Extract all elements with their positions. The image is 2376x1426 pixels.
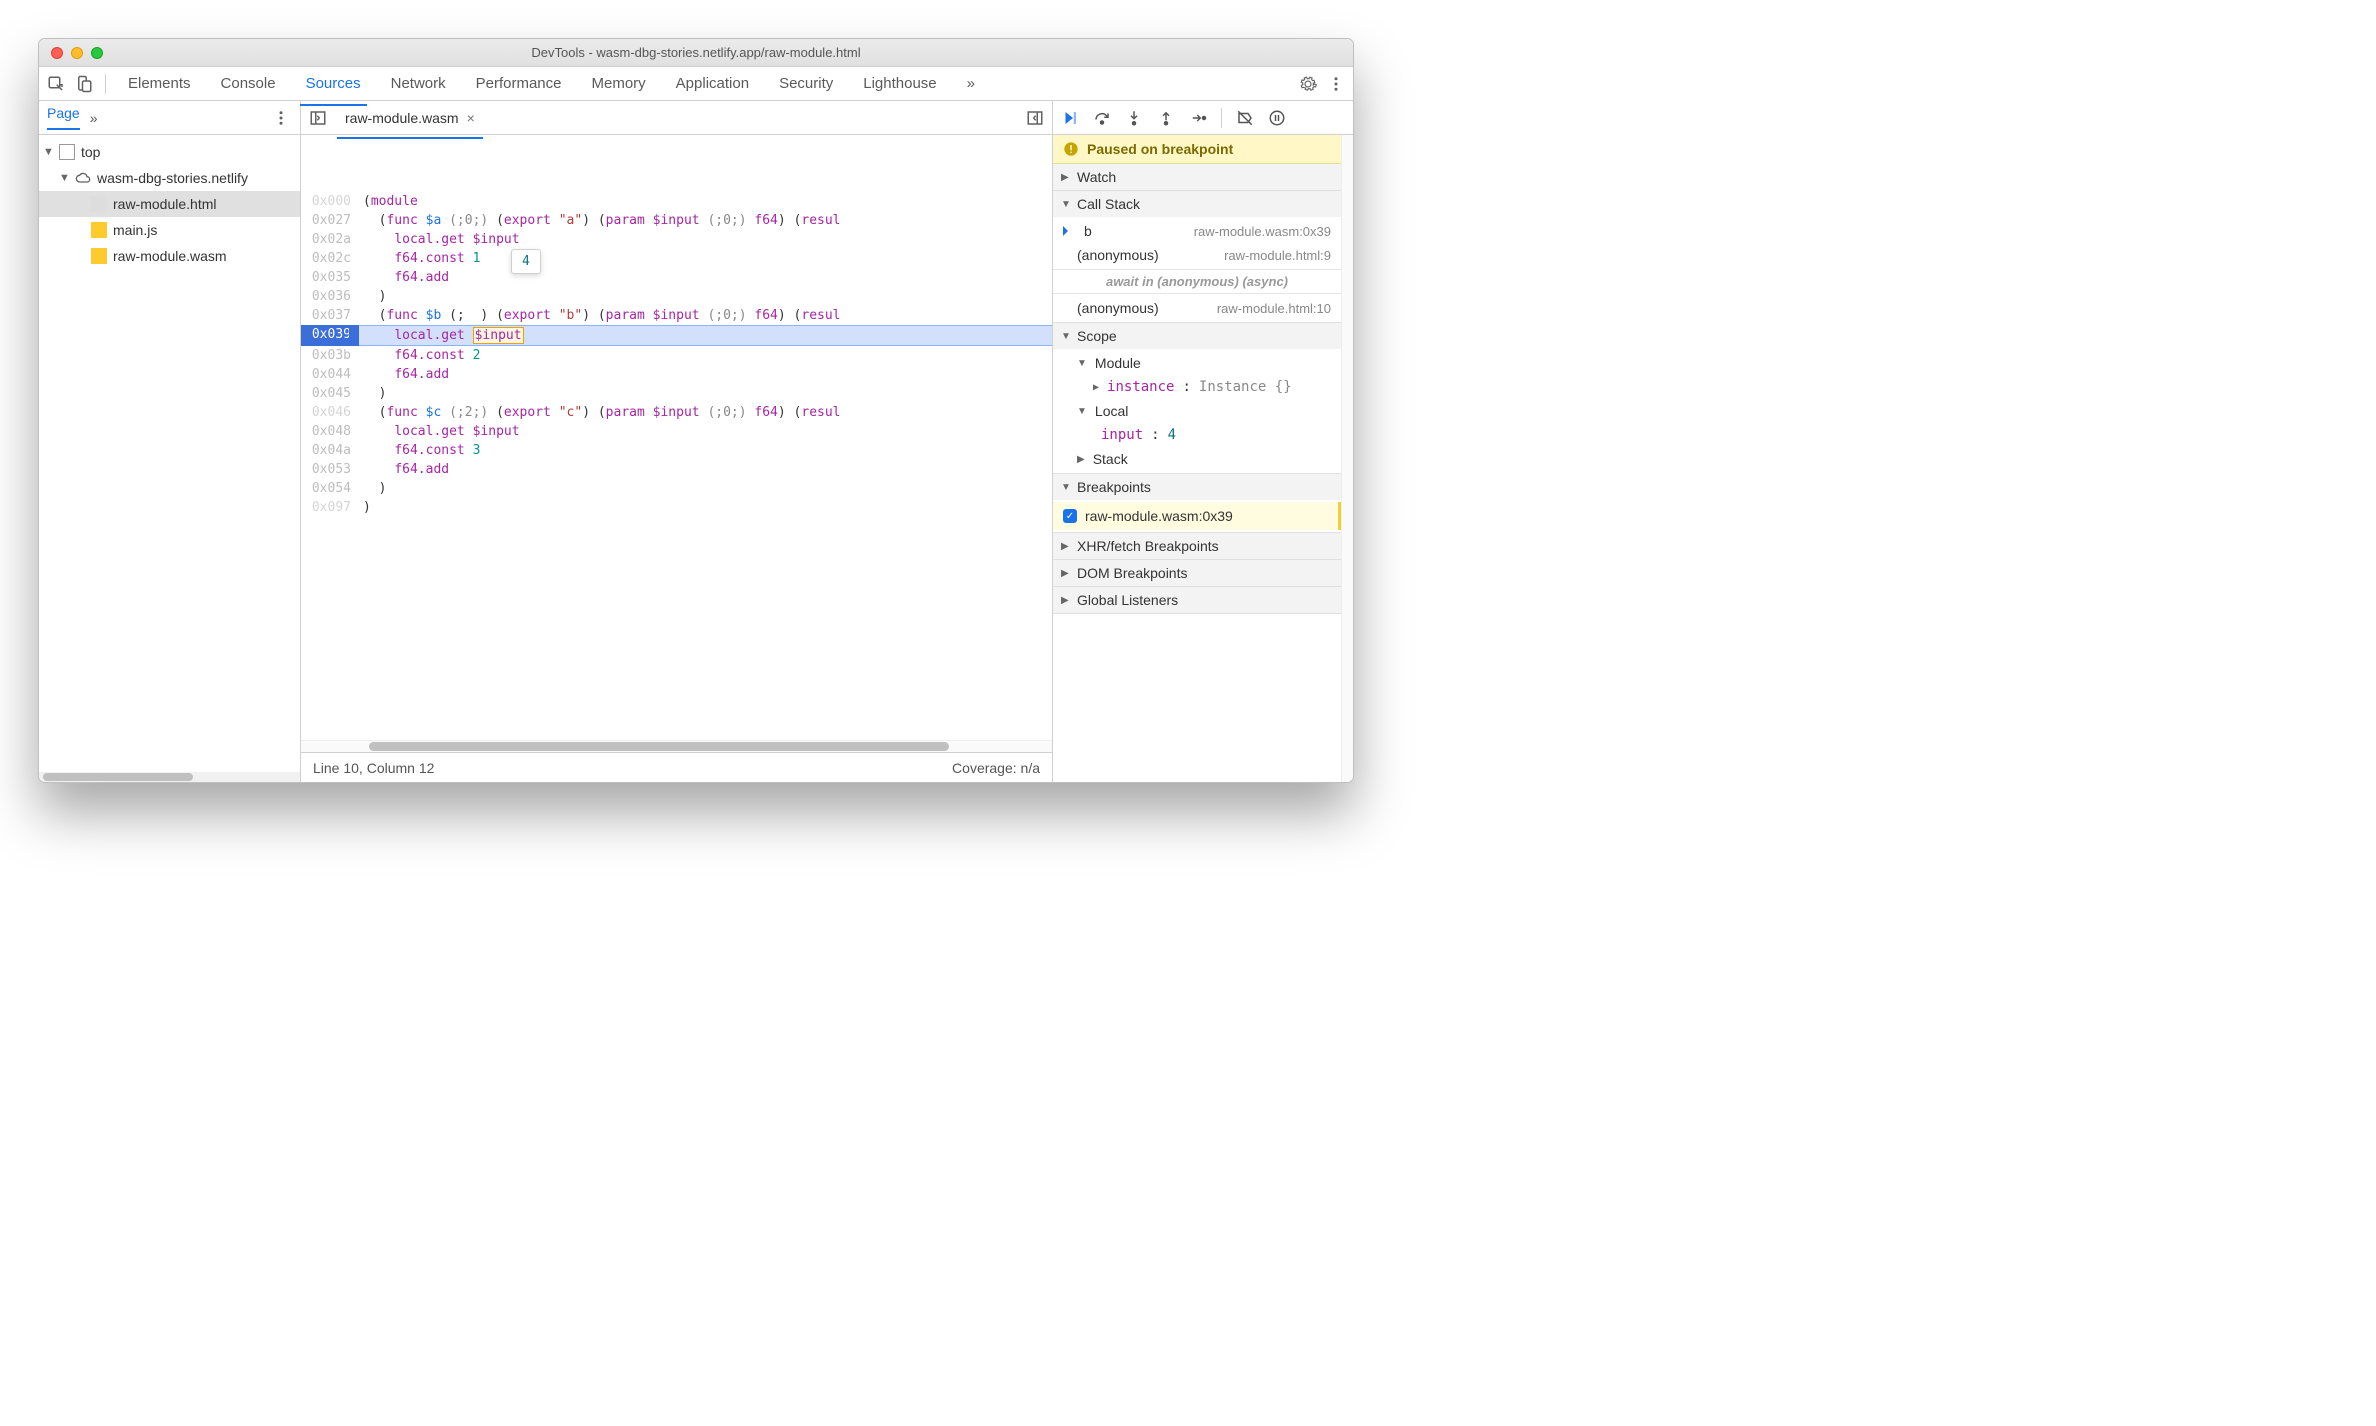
navigator-tab-page[interactable]: Page: [47, 105, 80, 130]
device-toolbar-icon[interactable]: [73, 73, 95, 95]
navigator-more-icon[interactable]: [270, 107, 292, 129]
code-editor[interactable]: 4 0x000(module0x027 (func $a (;0;) (expo…: [301, 135, 1052, 740]
file-icon: [91, 222, 107, 238]
editor-hscroll[interactable]: [301, 740, 1052, 752]
zoom-window-button[interactable]: [91, 47, 103, 59]
scope-stack[interactable]: ▶Stack: [1053, 447, 1341, 471]
step-out-icon[interactable]: [1155, 107, 1177, 129]
breakpoint-item[interactable]: ✓raw-module.wasm:0x39: [1053, 502, 1341, 530]
code-line[interactable]: 0x04a f64.const 3: [301, 441, 1052, 460]
breakpoints-section: ▼Breakpoints ✓raw-module.wasm:0x39: [1053, 474, 1341, 533]
settings-icon[interactable]: [1297, 73, 1319, 95]
scope-section: ▼Scope ▼Module ▶instance: Instance {} ▼L…: [1053, 323, 1341, 474]
tab-sources[interactable]: Sources: [294, 69, 373, 98]
devtools-window: DevTools - wasm-dbg-stories.netlify.app/…: [38, 38, 1354, 783]
titlebar: DevTools - wasm-dbg-stories.netlify.app/…: [39, 39, 1353, 67]
async-separator: await in (anonymous) (async): [1053, 269, 1341, 294]
main-tabstrip: ElementsConsoleSourcesNetworkPerformance…: [39, 67, 1353, 101]
tab-console[interactable]: Console: [209, 69, 288, 98]
navigator-tab-overflow[interactable]: »: [90, 110, 98, 126]
code-line[interactable]: 0x054 ): [301, 479, 1052, 498]
close-tab-icon[interactable]: ×: [467, 110, 475, 126]
navigator-header: Page »: [39, 101, 300, 135]
watch-section[interactable]: ▶Watch: [1053, 164, 1341, 191]
scope-local[interactable]: ▼Local: [1053, 399, 1341, 423]
tabs-overflow[interactable]: »: [955, 69, 987, 98]
folder-icon: [59, 144, 75, 160]
callstack-frame[interactable]: (anonymous)raw-module.html:10: [1053, 296, 1341, 320]
checkbox-icon[interactable]: ✓: [1063, 509, 1077, 523]
step-into-icon[interactable]: [1123, 107, 1145, 129]
source-header: raw-module.wasm ×: [301, 101, 1052, 135]
source-pane: raw-module.wasm × 4 0x000(module0x027 (f…: [301, 101, 1053, 782]
resume-icon[interactable]: [1059, 107, 1081, 129]
xhr-breakpoints-section[interactable]: ▶XHR/fetch Breakpoints: [1053, 533, 1341, 560]
scope-module-prop[interactable]: ▶instance: Instance {}: [1053, 375, 1341, 399]
window-controls: [39, 47, 103, 59]
window-title: DevTools - wasm-dbg-stories.netlify.app/…: [39, 45, 1353, 60]
coverage-status: Coverage: n/a: [952, 760, 1040, 776]
code-line[interactable]: 0x036 ): [301, 287, 1052, 306]
file-icon: [91, 196, 107, 212]
scope-local-prop[interactable]: input: 4: [1053, 423, 1341, 447]
code-line[interactable]: 0x027 (func $a (;0;) (export "a") (param…: [301, 211, 1052, 230]
toggle-navigator-icon[interactable]: [307, 107, 329, 129]
inspect-element-icon[interactable]: [45, 73, 67, 95]
file-icon: [91, 248, 107, 264]
tree-file[interactable]: main.js: [39, 217, 300, 243]
pause-exceptions-icon[interactable]: [1266, 107, 1288, 129]
navigator-pane: Page » ▼ top ▼ wasm-dbg-stories.netlify …: [39, 101, 301, 782]
file-tab-label: raw-module.wasm: [345, 110, 459, 126]
code-line[interactable]: 0x03b f64.const 2: [301, 346, 1052, 365]
code-line[interactable]: 0x02a local.get $input: [301, 230, 1052, 249]
tab-network[interactable]: Network: [379, 69, 458, 98]
kebab-menu-icon[interactable]: [1325, 73, 1347, 95]
tab-elements[interactable]: Elements: [116, 69, 203, 98]
navigator-hscroll[interactable]: [39, 772, 300, 782]
close-window-button[interactable]: [51, 47, 63, 59]
callstack-frame[interactable]: (anonymous)raw-module.html:9: [1053, 243, 1341, 267]
editor-statusbar: Line 10, Column 12 Coverage: n/a: [301, 752, 1052, 782]
value-tooltip: 4: [511, 249, 541, 274]
code-line[interactable]: 0x000(module: [301, 192, 1052, 211]
tree-file[interactable]: raw-module.html: [39, 191, 300, 217]
tab-security[interactable]: Security: [767, 69, 845, 98]
debugger-pane: Paused on breakpoint ▶Watch ▼Call Stack …: [1053, 101, 1353, 782]
code-line[interactable]: 0x037 (func $b (; ) (export "b") (param …: [301, 306, 1052, 325]
tab-memory[interactable]: Memory: [580, 69, 658, 98]
debugger-toolbar: [1053, 101, 1353, 135]
toggle-debugger-icon[interactable]: [1024, 107, 1046, 129]
code-line[interactable]: 0x097): [301, 498, 1052, 517]
minimize-window-button[interactable]: [71, 47, 83, 59]
code-line[interactable]: 0x053 f64.add: [301, 460, 1052, 479]
deactivate-breakpoints-icon[interactable]: [1234, 107, 1256, 129]
tab-performance[interactable]: Performance: [464, 69, 574, 98]
file-tab[interactable]: raw-module.wasm ×: [337, 105, 483, 131]
step-over-icon[interactable]: [1091, 107, 1113, 129]
scope-module[interactable]: ▼Module: [1053, 351, 1341, 375]
global-listeners-section[interactable]: ▶Global Listeners: [1053, 587, 1341, 614]
code-line[interactable]: 0x039 local.get $input: [301, 325, 1052, 346]
callstack-frame[interactable]: braw-module.wasm:0x39: [1053, 219, 1341, 243]
tab-lighthouse[interactable]: Lighthouse: [851, 69, 948, 98]
tree-file[interactable]: raw-module.wasm: [39, 243, 300, 269]
debugger-vscroll[interactable]: [1341, 135, 1353, 782]
callstack-section: ▼Call Stack braw-module.wasm:0x39(anonym…: [1053, 191, 1341, 323]
tree-origin[interactable]: ▼ wasm-dbg-stories.netlify: [39, 165, 300, 191]
code-line[interactable]: 0x046 (func $c (;2;) (export "c") (param…: [301, 403, 1052, 422]
code-line[interactable]: 0x044 f64.add: [301, 365, 1052, 384]
cloud-icon: [75, 170, 91, 186]
file-tree[interactable]: ▼ top ▼ wasm-dbg-stories.netlify raw-mod…: [39, 135, 300, 772]
debugger-sections: Paused on breakpoint ▶Watch ▼Call Stack …: [1053, 135, 1341, 782]
code-line[interactable]: 0x035 f64.add: [301, 268, 1052, 287]
pause-banner: Paused on breakpoint: [1053, 135, 1341, 164]
tab-application[interactable]: Application: [664, 69, 761, 98]
code-line[interactable]: 0x02c f64.const 1: [301, 249, 1052, 268]
code-line[interactable]: 0x045 ): [301, 384, 1052, 403]
dom-breakpoints-section[interactable]: ▶DOM Breakpoints: [1053, 560, 1341, 587]
cursor-position: Line 10, Column 12: [313, 760, 434, 776]
tree-top[interactable]: ▼ top: [39, 139, 300, 165]
code-line[interactable]: 0x048 local.get $input: [301, 422, 1052, 441]
step-icon[interactable]: [1187, 107, 1209, 129]
